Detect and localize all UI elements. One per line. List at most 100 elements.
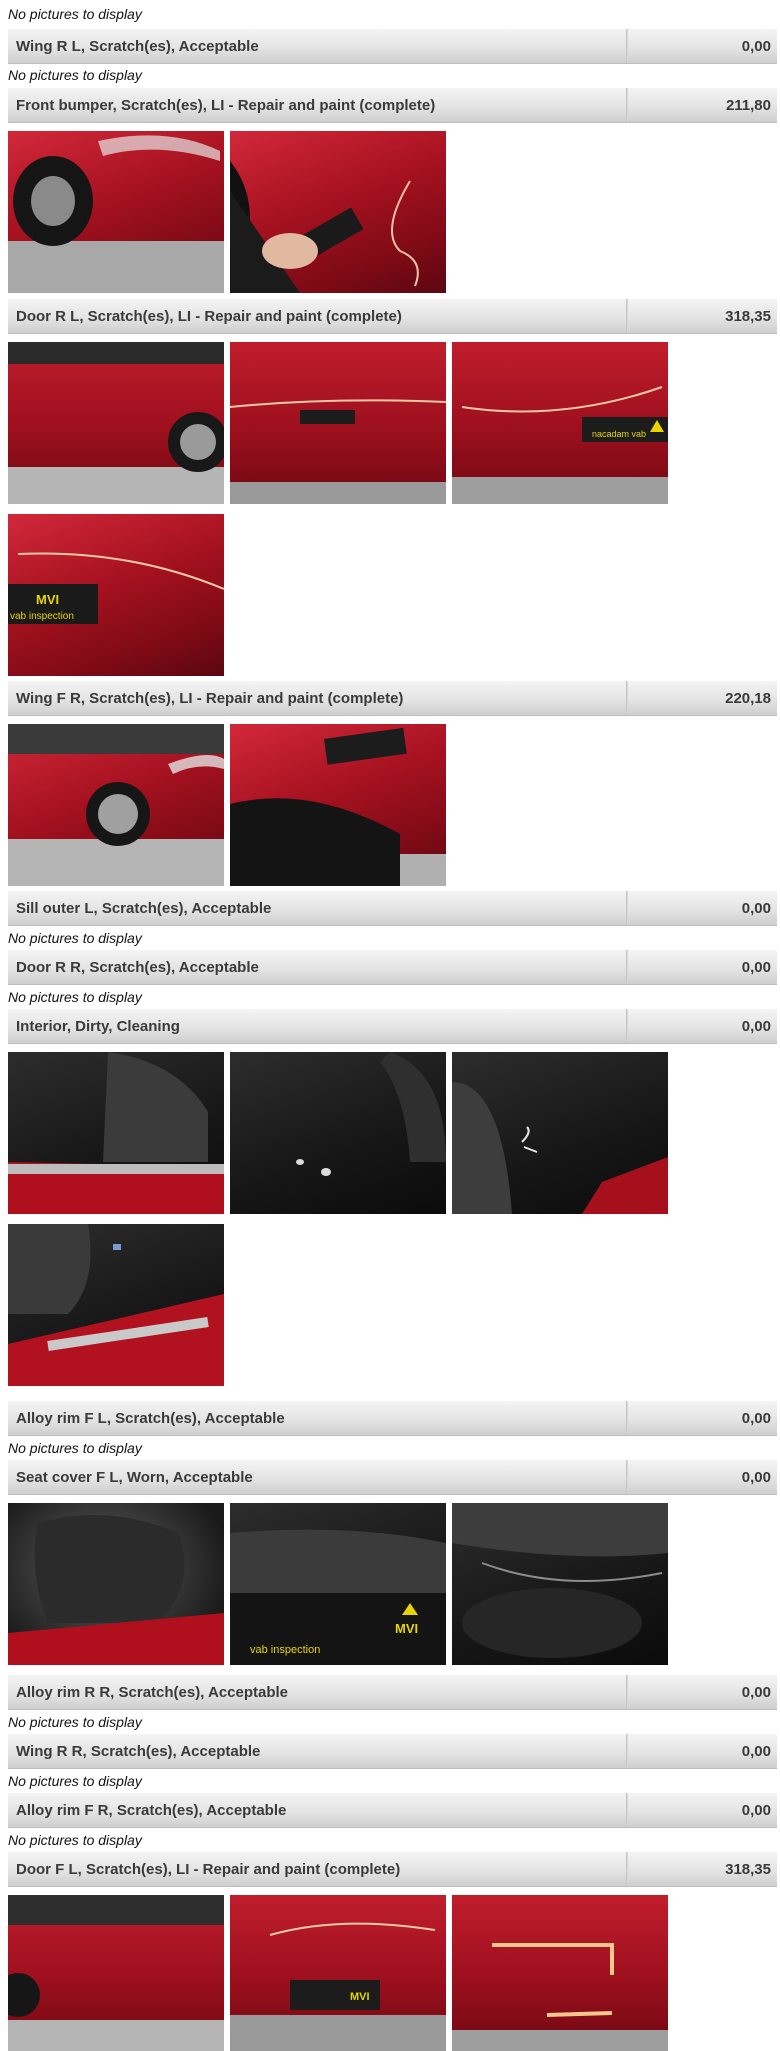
photo-logo: MVI bbox=[36, 592, 59, 607]
photo-logo: MVI bbox=[350, 1991, 370, 2003]
photo-image bbox=[230, 161, 419, 293]
column-divider bbox=[626, 1793, 628, 1827]
no-pictures-label: No pictures to display bbox=[8, 1714, 142, 1730]
photo-image bbox=[8, 1515, 224, 1665]
column-divider bbox=[626, 88, 628, 122]
damage-row-header[interactable]: Alloy rim F L, Scratch(es), Acceptable 0… bbox=[8, 1400, 777, 1436]
photo-image bbox=[452, 1503, 668, 1658]
no-pictures-label: No pictures to display bbox=[8, 1773, 142, 1789]
damage-photo[interactable] bbox=[8, 1895, 224, 2051]
damage-row-header[interactable]: Wing R R, Scratch(es), Acceptable 0,00 bbox=[8, 1733, 777, 1769]
damage-photo[interactable]: MVI bbox=[230, 1895, 446, 2051]
photo-image: MVI vab inspection bbox=[230, 1529, 446, 1665]
no-pictures-label: No pictures to display bbox=[8, 989, 142, 1005]
damage-photo[interactable] bbox=[230, 131, 446, 293]
damage-row-title: Seat cover F L, Worn, Acceptable bbox=[16, 1469, 253, 1486]
photo-ruler-text: vab inspection bbox=[250, 1644, 320, 1656]
column-divider bbox=[626, 891, 628, 925]
damage-row-amount: 318,35 bbox=[725, 1861, 771, 1878]
damage-row-title: Wing R R, Scratch(es), Acceptable bbox=[16, 1743, 261, 1760]
column-divider bbox=[626, 1460, 628, 1494]
damage-row-header[interactable]: Door F L, Scratch(es), LI - Repair and p… bbox=[8, 1851, 777, 1887]
damage-row-title: Interior, Dirty, Cleaning bbox=[16, 1018, 180, 1035]
column-divider bbox=[626, 950, 628, 984]
no-pictures-label: No pictures to display bbox=[8, 6, 142, 22]
photo-logo: MVI bbox=[395, 1621, 418, 1636]
column-divider bbox=[626, 1401, 628, 1435]
damage-row-header[interactable]: Wing R L, Scratch(es), Acceptable 0,00 bbox=[8, 28, 777, 64]
damage-row-amount: 0,00 bbox=[741, 38, 771, 55]
damage-row-amount: 0,00 bbox=[741, 1802, 771, 1819]
damage-photo[interactable] bbox=[230, 342, 446, 504]
column-divider bbox=[626, 1852, 628, 1886]
damage-photo[interactable]: nacadam vab bbox=[452, 342, 668, 504]
damage-photo[interactable] bbox=[8, 342, 224, 504]
column-divider bbox=[626, 681, 628, 715]
damage-row-header[interactable]: Interior, Dirty, Cleaning 0,00 bbox=[8, 1008, 777, 1044]
damage-row-header[interactable]: Door R R, Scratch(es), Acceptable 0,00 bbox=[8, 949, 777, 985]
damage-row-title: Alloy rim F R, Scratch(es), Acceptable bbox=[16, 1802, 287, 1819]
damage-photo[interactable] bbox=[8, 724, 224, 886]
no-pictures-label: No pictures to display bbox=[8, 1832, 142, 1848]
damage-row-amount: 0,00 bbox=[741, 900, 771, 917]
column-divider bbox=[626, 29, 628, 63]
damage-row-title: Sill outer L, Scratch(es), Acceptable bbox=[16, 900, 272, 917]
damage-photo[interactable] bbox=[452, 1895, 668, 2051]
photo-image bbox=[230, 399, 446, 504]
damage-row-title: Alloy rim R R, Scratch(es), Acceptable bbox=[16, 1684, 289, 1701]
column-divider bbox=[626, 299, 628, 333]
damage-row-header[interactable]: Seat cover F L, Worn, Acceptable 0,00 bbox=[8, 1459, 777, 1495]
photo-image bbox=[8, 1895, 224, 2051]
photo-ruler-text: vab inspection bbox=[10, 611, 74, 622]
no-pictures-label: No pictures to display bbox=[8, 1440, 142, 1456]
no-pictures-label: No pictures to display bbox=[8, 67, 142, 83]
photo-image: MVI bbox=[230, 1922, 446, 2051]
no-pictures-label: No pictures to display bbox=[8, 930, 142, 946]
damage-photo[interactable] bbox=[230, 724, 446, 886]
damage-row-title: Wing F R, Scratch(es), LI - Repair and p… bbox=[16, 690, 404, 707]
damage-row-title: Door R R, Scratch(es), Acceptable bbox=[16, 959, 259, 976]
damage-photo[interactable] bbox=[230, 1052, 446, 1214]
damage-row-header[interactable]: Front bumper, Scratch(es), LI - Repair a… bbox=[8, 87, 777, 123]
damage-photo[interactable] bbox=[8, 1224, 224, 1386]
damage-row-header[interactable]: Door R L, Scratch(es), LI - Repair and p… bbox=[8, 298, 777, 334]
damage-photo[interactable] bbox=[8, 131, 224, 293]
damage-row-header[interactable]: Wing F R, Scratch(es), LI - Repair and p… bbox=[8, 680, 777, 716]
photo-image bbox=[452, 1082, 668, 1214]
photo-image: nacadam vab bbox=[452, 386, 668, 504]
damage-row-amount: 0,00 bbox=[741, 1684, 771, 1701]
damage-photo[interactable] bbox=[452, 1052, 668, 1214]
photo-image bbox=[230, 727, 446, 886]
damage-photo[interactable] bbox=[8, 1052, 224, 1214]
damage-row-header[interactable]: Alloy rim F R, Scratch(es), Acceptable 0… bbox=[8, 1792, 777, 1828]
photo-image bbox=[8, 135, 224, 293]
damage-photo[interactable] bbox=[452, 1503, 668, 1665]
photo-image: MVI vab inspection bbox=[8, 552, 224, 624]
damage-row-amount: 220,18 bbox=[725, 690, 771, 707]
damage-row-title: Alloy rim F L, Scratch(es), Acceptable bbox=[16, 1410, 285, 1427]
damage-row-amount: 211,80 bbox=[725, 97, 771, 114]
column-divider bbox=[626, 1675, 628, 1709]
photo-image bbox=[8, 1052, 224, 1214]
damage-photo[interactable] bbox=[8, 1503, 224, 1665]
column-divider bbox=[626, 1734, 628, 1768]
damage-row-amount: 0,00 bbox=[741, 1469, 771, 1486]
damage-row-title: Wing R L, Scratch(es), Acceptable bbox=[16, 38, 259, 55]
photo-image bbox=[452, 1943, 668, 2051]
damage-row-header[interactable]: Alloy rim R R, Scratch(es), Acceptable 0… bbox=[8, 1674, 777, 1710]
damage-row-amount: 0,00 bbox=[741, 959, 771, 976]
damage-row-amount: 0,00 bbox=[741, 1743, 771, 1760]
damage-row-title: Front bumper, Scratch(es), LI - Repair a… bbox=[16, 97, 436, 114]
photo-image bbox=[8, 724, 224, 886]
damage-photo[interactable]: MVI vab inspection bbox=[230, 1503, 446, 1665]
damage-row-title: Door F L, Scratch(es), LI - Repair and p… bbox=[16, 1861, 401, 1878]
photo-image bbox=[296, 1052, 446, 1176]
photo-image bbox=[8, 342, 224, 504]
damage-row-amount: 318,35 bbox=[725, 308, 771, 325]
damage-row-amount: 0,00 bbox=[741, 1018, 771, 1035]
photo-image bbox=[8, 1224, 224, 1386]
damage-row-amount: 0,00 bbox=[741, 1410, 771, 1427]
damage-row-header[interactable]: Sill outer L, Scratch(es), Acceptable 0,… bbox=[8, 890, 777, 926]
damage-photo[interactable]: MVI vab inspection bbox=[8, 514, 224, 676]
svg-text:nacadam vab: nacadam vab bbox=[592, 429, 646, 439]
